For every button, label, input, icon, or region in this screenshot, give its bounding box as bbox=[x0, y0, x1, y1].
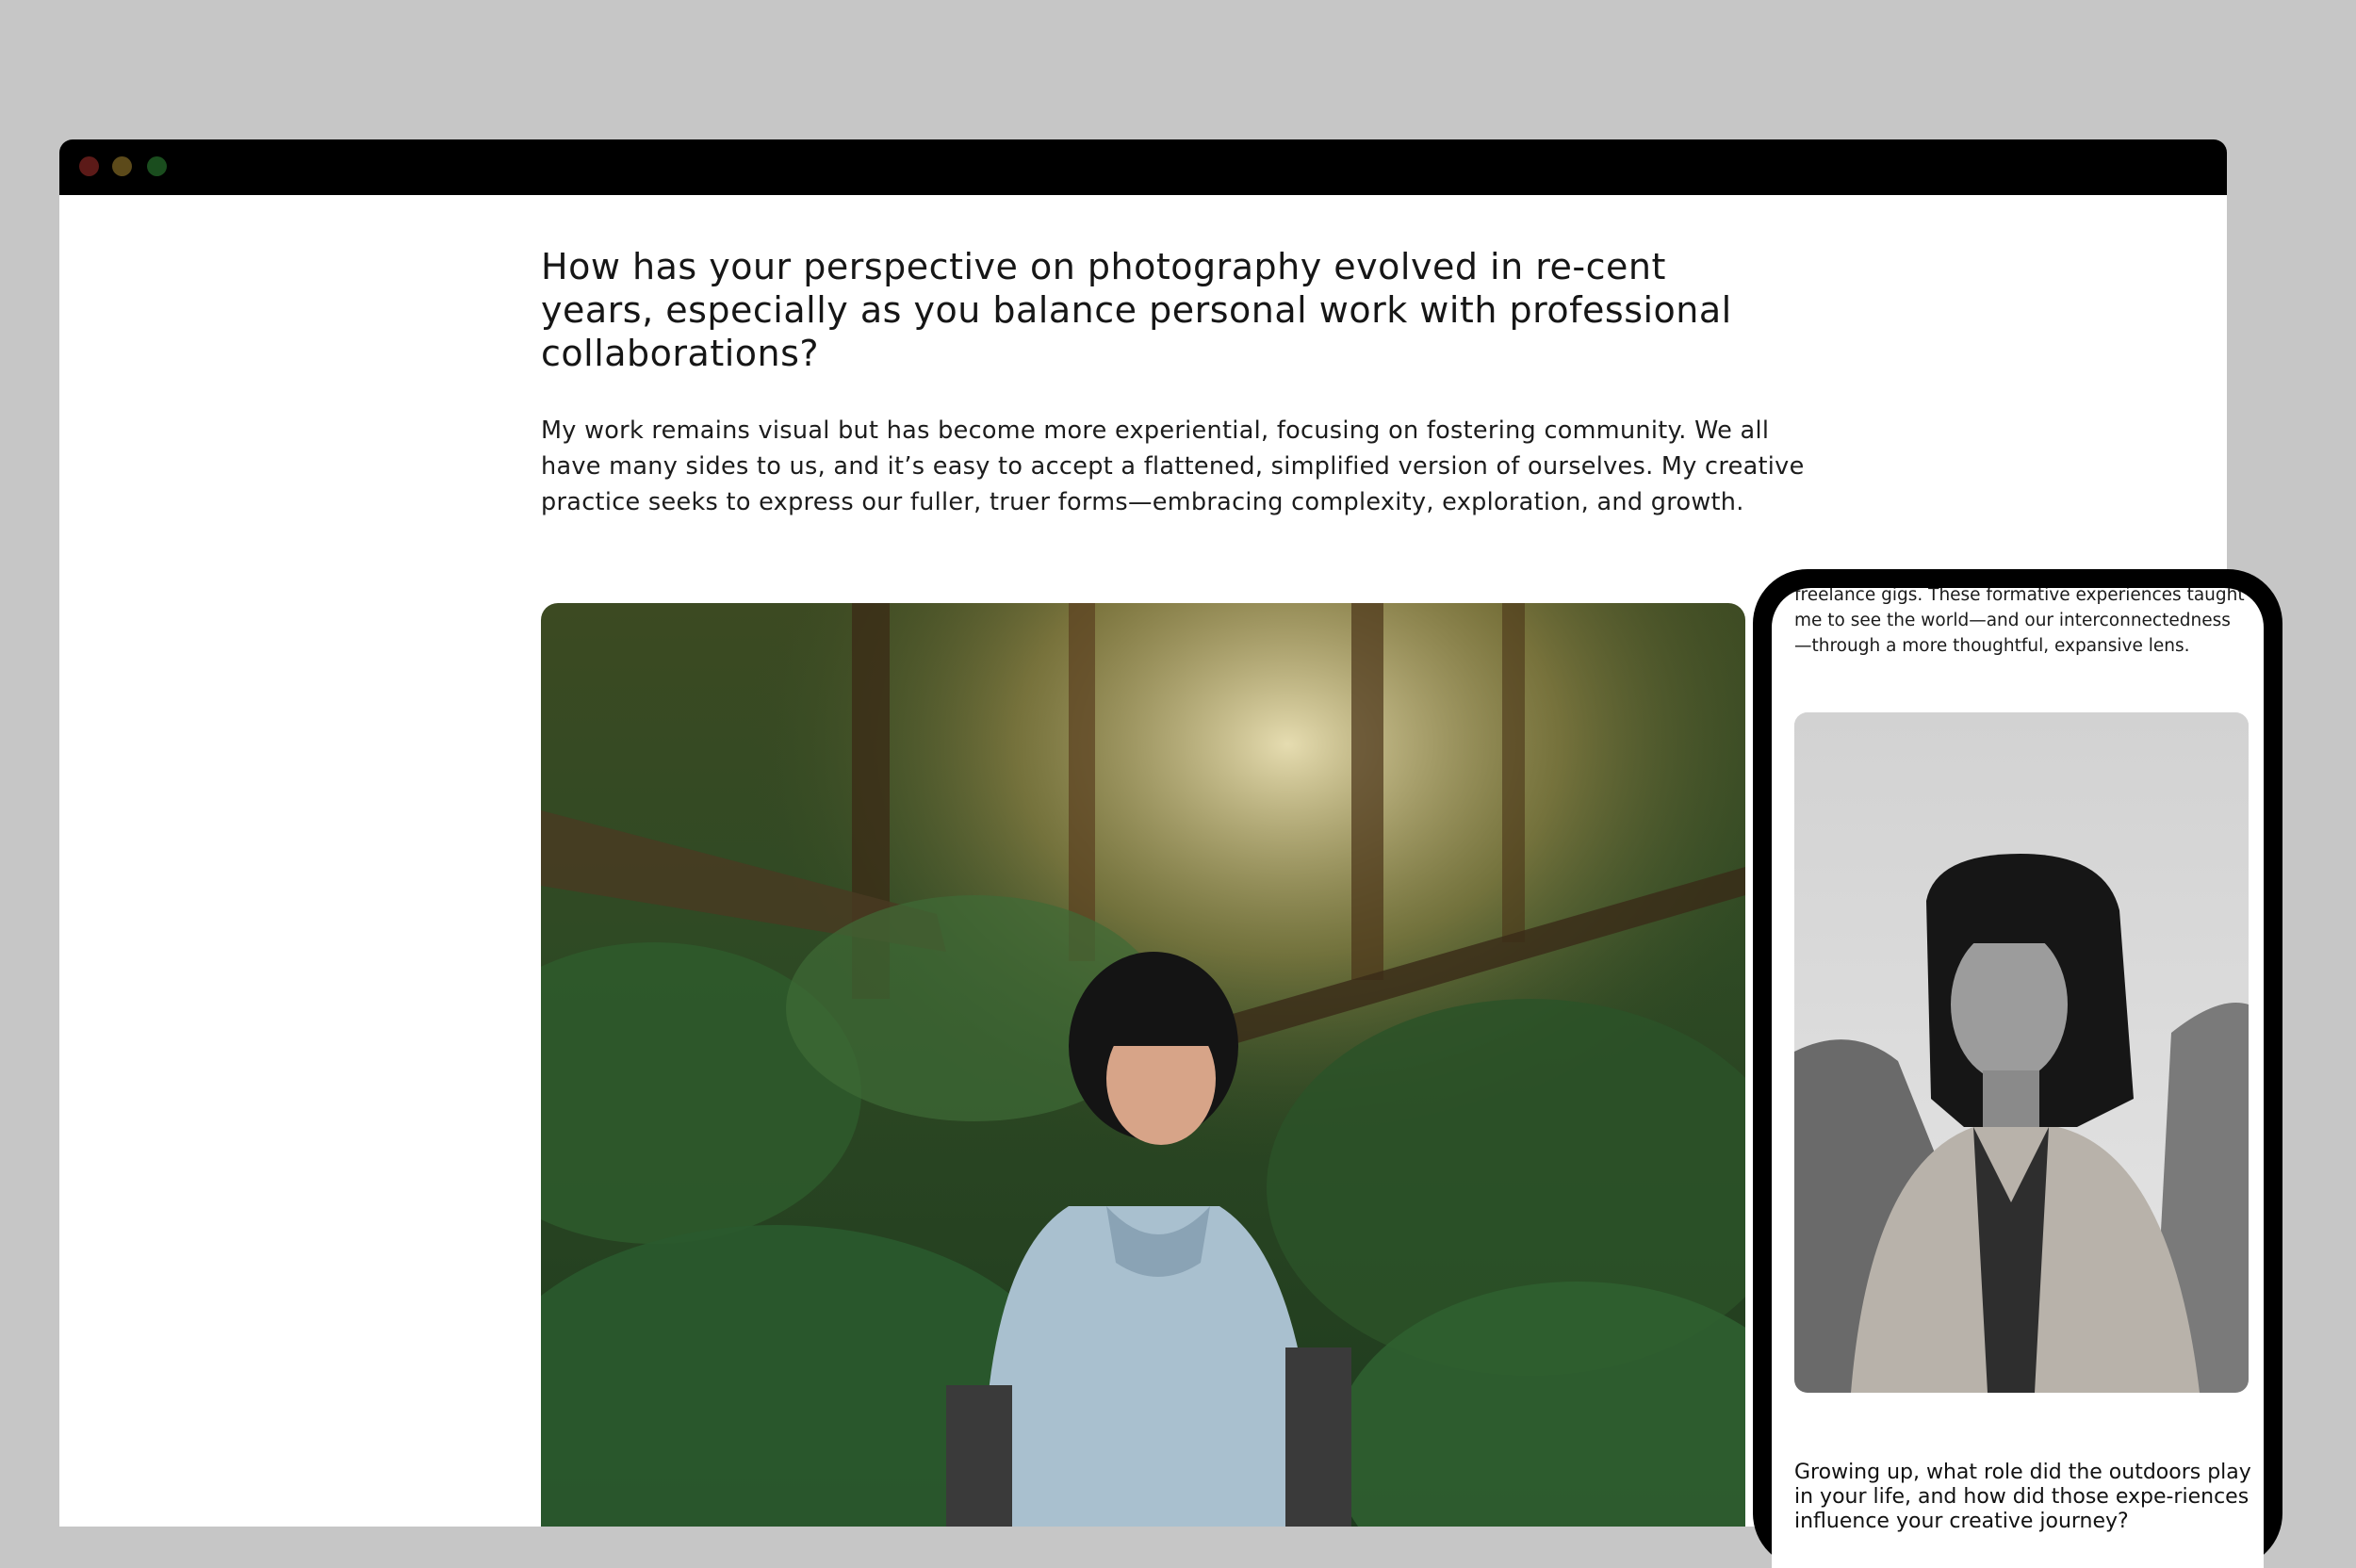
interview-answer: My work remains visual but has become mo… bbox=[541, 416, 1805, 516]
phone-interview-question: Growing up, what role did the outdoors p… bbox=[1794, 1461, 2251, 1533]
close-window-button[interactable] bbox=[79, 156, 99, 176]
maximize-window-button[interactable] bbox=[147, 156, 167, 176]
black-and-white-portrait-photo bbox=[1794, 712, 2249, 1393]
minimize-window-button[interactable] bbox=[112, 156, 132, 176]
phone-body-text: freelance gigs. These formative experien… bbox=[1794, 588, 2245, 656]
phone-mockup: freelance gigs. These formative experien… bbox=[1753, 569, 2282, 1568]
phone-screen[interactable]: freelance gigs. These formative experien… bbox=[1772, 588, 2264, 1568]
window-titlebar bbox=[59, 139, 2227, 195]
interview-question: How has your perspective on photography … bbox=[541, 246, 1732, 374]
forest-portrait-photo bbox=[541, 603, 1745, 1527]
